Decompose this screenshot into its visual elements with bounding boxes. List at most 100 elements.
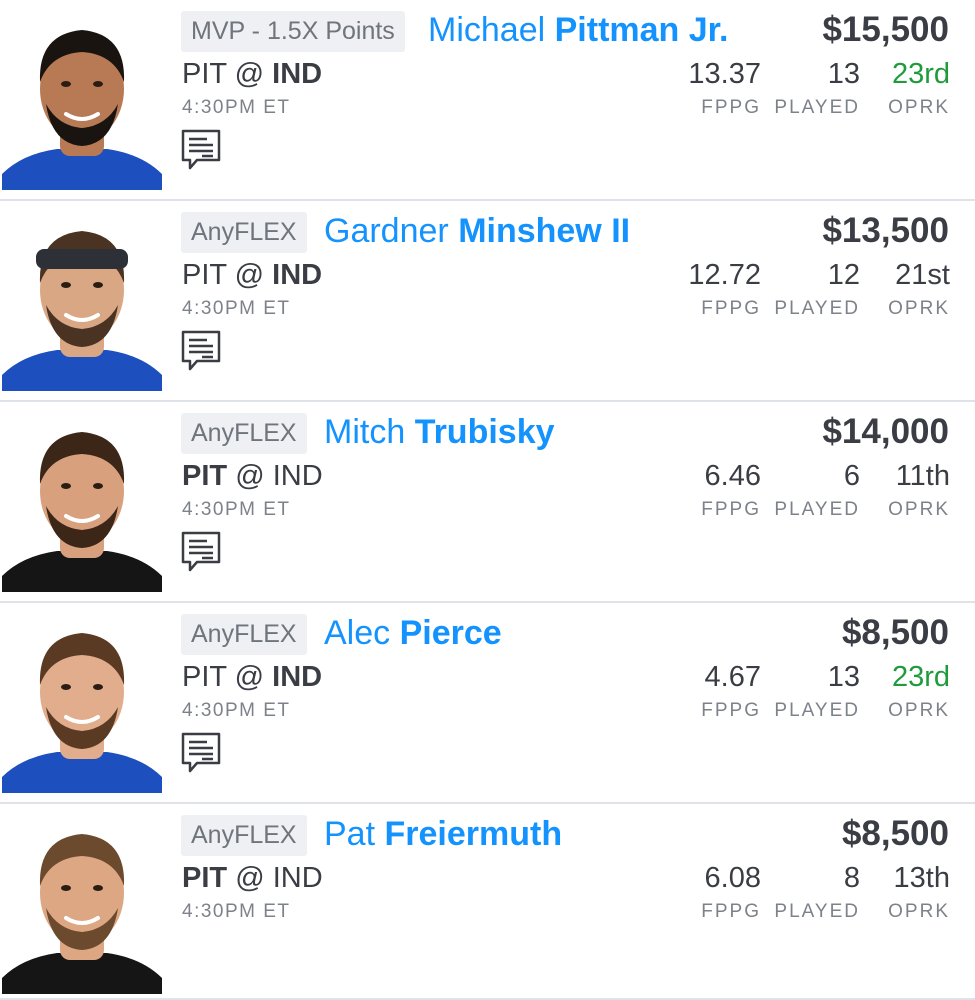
away-team: PIT xyxy=(182,661,227,693)
away-team: PIT xyxy=(182,460,228,492)
stat-oprk: 11th OPRK xyxy=(888,458,950,521)
stat-oprk: 13th OPRK xyxy=(888,860,950,923)
player-name-link[interactable]: Gardner Minshew II xyxy=(324,209,630,253)
oprk-label: OPRK xyxy=(888,97,950,118)
position-badge: AnyFLEX xyxy=(181,413,307,454)
at-separator: @ xyxy=(234,259,265,291)
played-label: PLAYED xyxy=(774,97,860,118)
player-name-link[interactable]: Pat Freiermuth xyxy=(324,812,562,856)
played-label: PLAYED xyxy=(774,499,860,520)
oprk-label: OPRK xyxy=(888,700,950,721)
stat-fppg: 12.72 FPPG xyxy=(688,257,761,320)
played-value: 12 xyxy=(827,259,860,291)
stat-played: 8 PLAYED xyxy=(774,860,860,923)
away-team: PIT xyxy=(182,259,227,291)
oprk-value: 23rd xyxy=(891,661,950,693)
played-value: 6 xyxy=(843,460,860,492)
position-badge: AnyFLEX xyxy=(181,815,307,856)
stat-played: 13 PLAYED xyxy=(774,56,860,119)
at-separator: @ xyxy=(234,661,265,693)
played-value: 13 xyxy=(827,661,860,693)
oprk-label: OPRK xyxy=(888,298,950,319)
player-list: MVP - 1.5X Points Michael Pittman Jr. $1… xyxy=(0,0,975,1000)
oprk-label: OPRK xyxy=(888,499,950,520)
game-time: 4:30PM ET xyxy=(182,298,291,319)
player-row[interactable]: AnyFLEX Alec Pierce $8,500 PIT @ IND 4:3… xyxy=(0,603,975,804)
fppg-label: FPPG xyxy=(701,499,761,520)
player-headshot xyxy=(2,808,162,994)
stat-oprk: 21st OPRK xyxy=(888,257,950,320)
player-row[interactable]: AnyFLEX Mitch Trubisky $14,000 PIT @ IND… xyxy=(0,402,975,603)
away-team: PIT xyxy=(182,862,228,894)
stat-fppg: 6.46 FPPG xyxy=(701,458,761,521)
position-badge: AnyFLEX xyxy=(181,614,307,655)
player-first-name: Alec xyxy=(324,614,391,652)
stat-played: 6 PLAYED xyxy=(774,458,860,521)
home-team: IND xyxy=(272,862,323,894)
game-time: 4:30PM ET xyxy=(182,499,291,520)
at-separator: @ xyxy=(235,862,265,894)
player-row[interactable]: AnyFLEX Pat Freiermuth $8,500 PIT @ IND … xyxy=(0,804,975,1000)
game-matchup: PIT @ IND xyxy=(182,257,322,293)
oprk-value: 21st xyxy=(895,259,950,291)
fppg-value: 13.37 xyxy=(688,58,761,90)
player-salary: $8,500 xyxy=(841,814,949,853)
player-first-name: Gardner xyxy=(324,212,449,250)
player-row[interactable]: AnyFLEX Gardner Minshew II $13,500 PIT @… xyxy=(0,201,975,402)
oprk-label: OPRK xyxy=(888,901,950,922)
played-label: PLAYED xyxy=(774,700,860,721)
player-name-link[interactable]: Michael Pittman Jr. xyxy=(428,8,728,52)
player-headshot xyxy=(2,205,162,391)
fppg-value: 12.72 xyxy=(688,259,761,291)
position-badge: MVP - 1.5X Points xyxy=(181,11,405,52)
fppg-value: 4.67 xyxy=(704,661,761,693)
stat-fppg: 4.67 FPPG xyxy=(701,659,761,722)
played-value: 8 xyxy=(843,862,860,894)
home-team: IND xyxy=(272,661,323,693)
played-label: PLAYED xyxy=(774,901,860,922)
fppg-value: 6.08 xyxy=(704,862,761,894)
player-first-name: Mitch xyxy=(324,413,406,451)
game-matchup: PIT @ IND xyxy=(182,860,323,896)
player-name-link[interactable]: Alec Pierce xyxy=(324,611,502,655)
played-label: PLAYED xyxy=(774,298,860,319)
player-last-name: Minshew II xyxy=(458,212,631,250)
stat-oprk: 23rd OPRK xyxy=(888,56,950,119)
player-name-link[interactable]: Mitch Trubisky xyxy=(324,410,555,454)
player-headshot xyxy=(2,4,162,190)
stat-oprk: 23rd OPRK xyxy=(888,659,950,722)
fppg-label: FPPG xyxy=(701,700,761,721)
at-separator: @ xyxy=(234,58,265,90)
player-news-icon[interactable] xyxy=(180,128,222,172)
position-badge: AnyFLEX xyxy=(181,212,307,253)
player-headshot xyxy=(2,607,162,793)
game-matchup: PIT @ IND xyxy=(182,56,322,92)
home-team: IND xyxy=(272,259,323,291)
game-matchup: PIT @ IND xyxy=(182,659,322,695)
fppg-value: 6.46 xyxy=(704,460,761,492)
player-row[interactable]: MVP - 1.5X Points Michael Pittman Jr. $1… xyxy=(0,0,975,201)
player-last-name: Pittman Jr. xyxy=(554,11,729,49)
game-time: 4:30PM ET xyxy=(182,700,291,721)
fppg-label: FPPG xyxy=(701,901,761,922)
game-matchup: PIT @ IND xyxy=(182,458,323,494)
game-time: 4:30PM ET xyxy=(182,901,291,922)
stat-played: 13 PLAYED xyxy=(774,659,860,722)
fppg-label: FPPG xyxy=(701,97,761,118)
stat-fppg: 13.37 FPPG xyxy=(688,56,761,119)
player-last-name: Freiermuth xyxy=(384,815,563,853)
player-salary: $15,500 xyxy=(822,10,949,49)
player-last-name: Pierce xyxy=(399,614,502,652)
stat-played: 12 PLAYED xyxy=(774,257,860,320)
home-team: IND xyxy=(272,460,323,492)
player-first-name: Michael xyxy=(428,11,546,49)
player-salary: $14,000 xyxy=(822,412,949,451)
player-news-icon[interactable] xyxy=(180,329,222,373)
away-team: PIT xyxy=(182,58,227,90)
stat-fppg: 6.08 FPPG xyxy=(701,860,761,923)
oprk-value: 11th xyxy=(895,460,950,492)
player-news-icon[interactable] xyxy=(180,731,222,775)
player-salary: $8,500 xyxy=(841,613,949,652)
player-news-icon[interactable] xyxy=(180,530,222,574)
player-headshot xyxy=(2,406,162,592)
